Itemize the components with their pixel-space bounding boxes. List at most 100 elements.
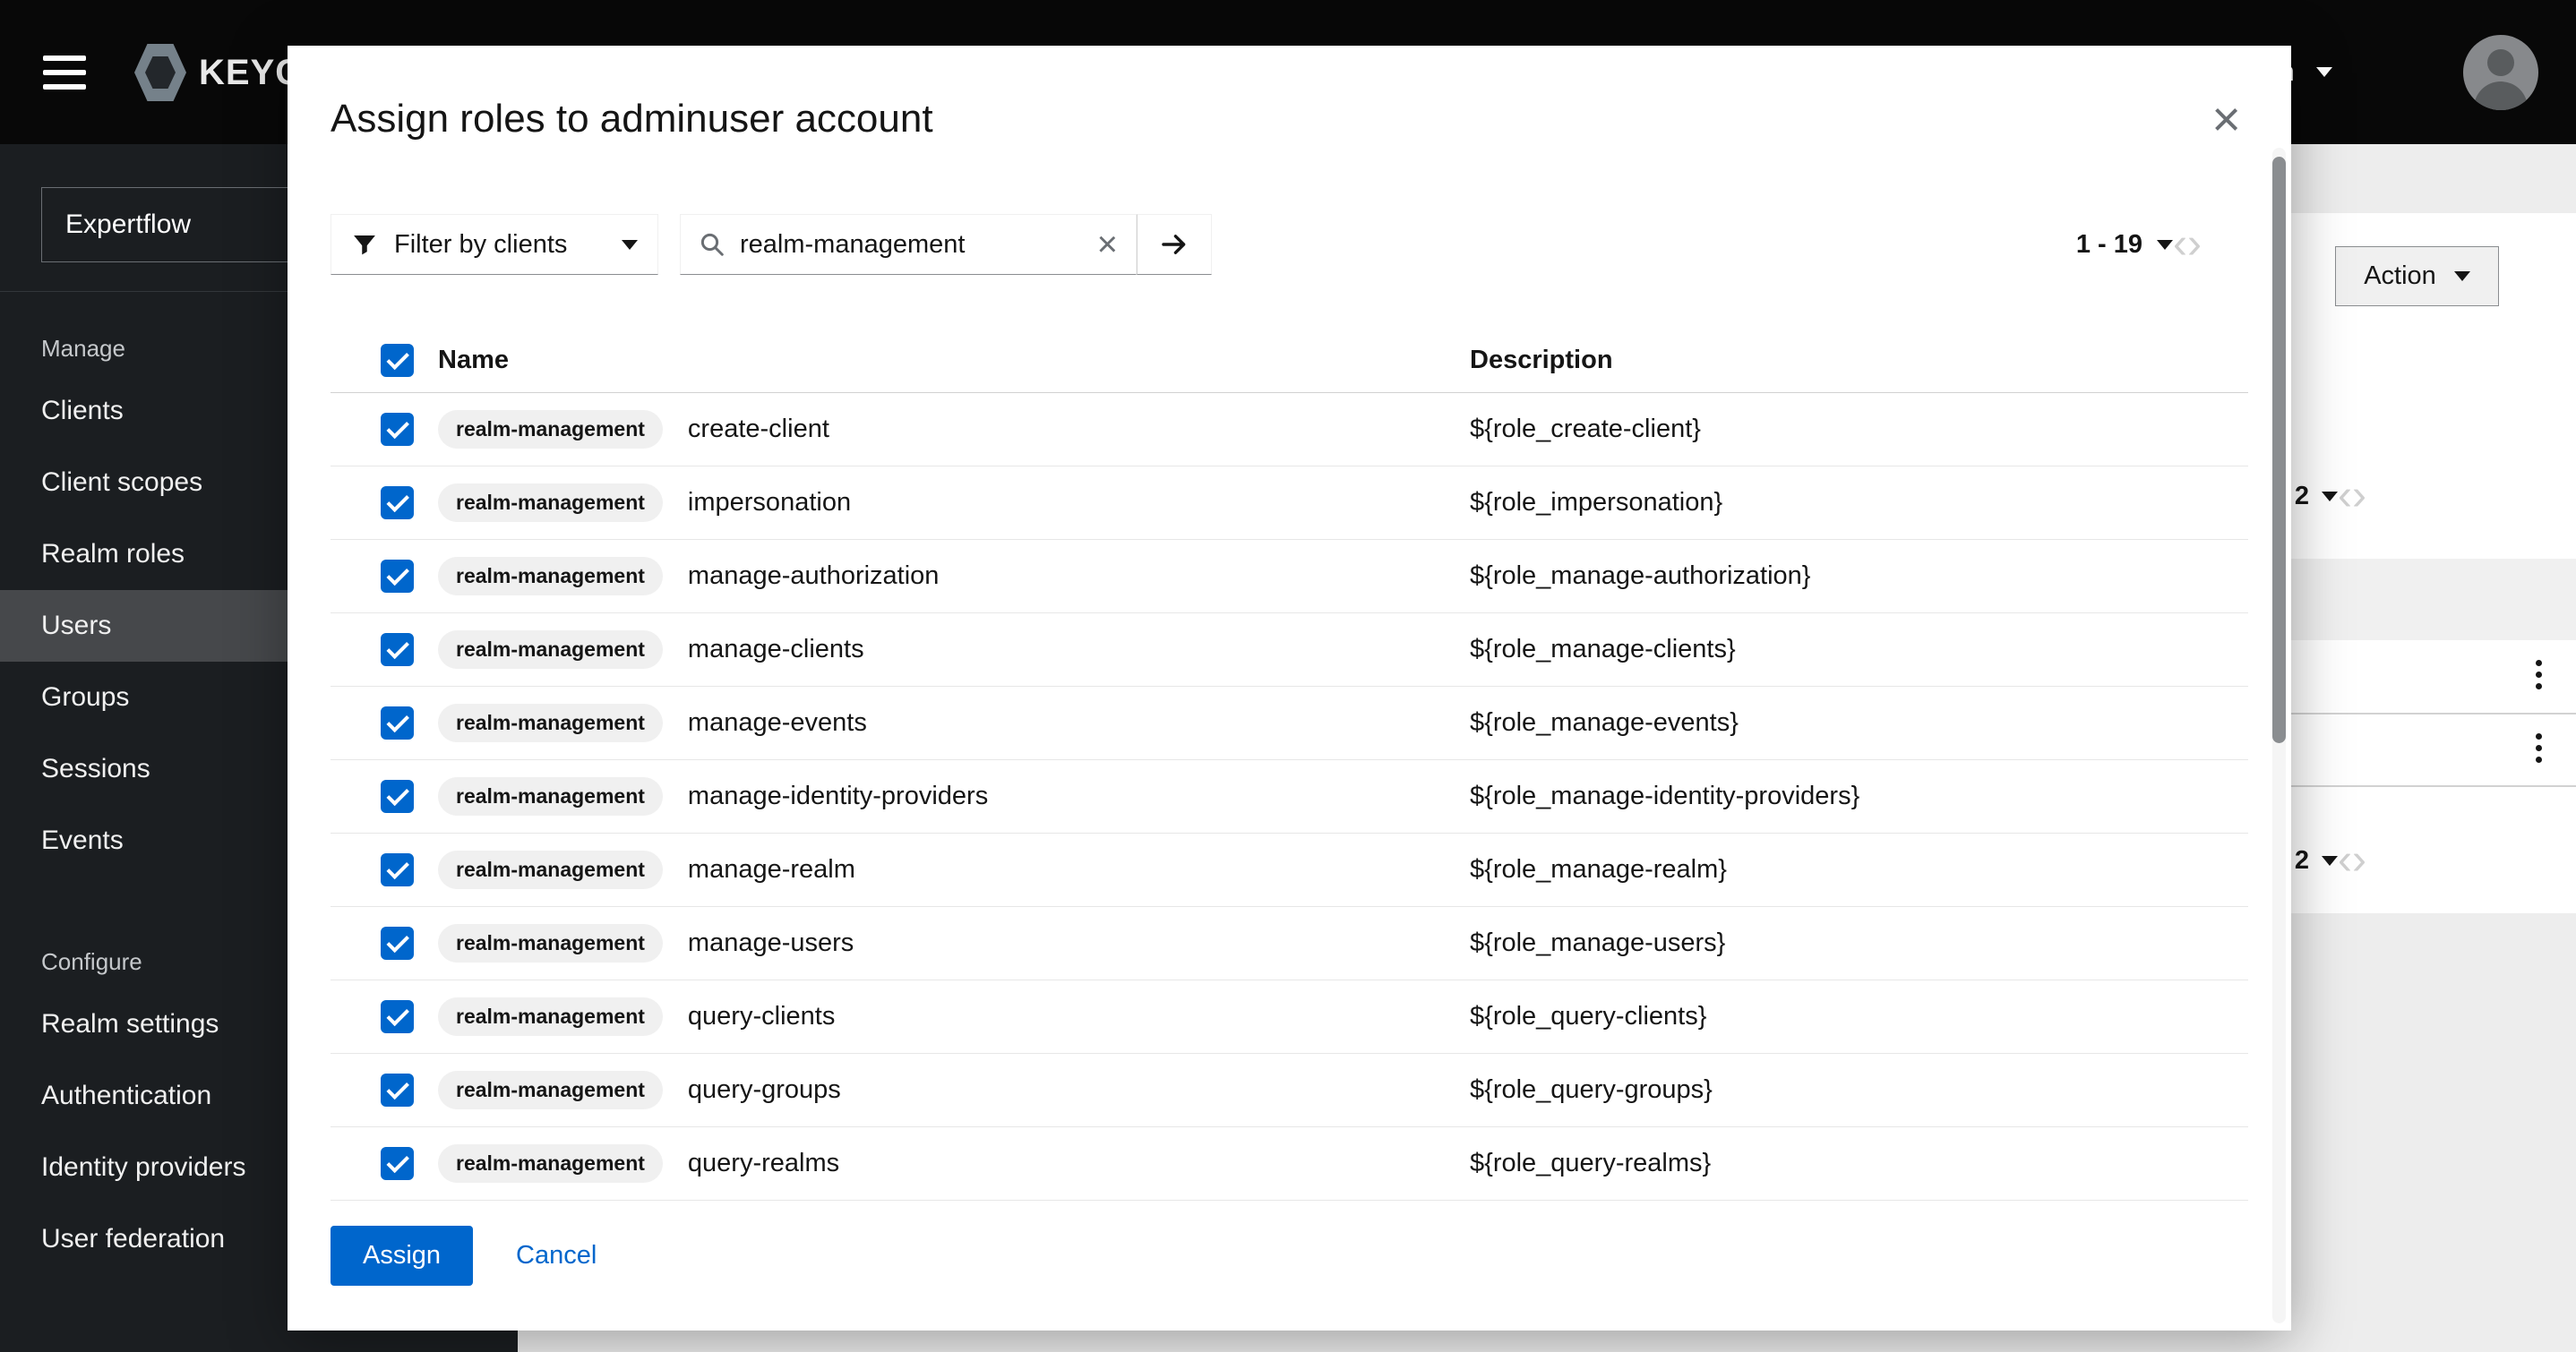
keycloak-logo-icon <box>134 44 186 101</box>
close-icon[interactable]: × <box>2211 94 2241 144</box>
row-checkbox[interactable] <box>381 486 414 519</box>
row-description: ${role_create-client} <box>1470 415 2248 444</box>
row-checkbox[interactable] <box>381 1000 414 1033</box>
row-client-badge: realm-management <box>438 997 663 1036</box>
row-role-name: manage-realm <box>688 855 855 885</box>
action-dropdown-button[interactable]: Action <box>2335 246 2499 306</box>
row-checkbox[interactable] <box>381 927 414 960</box>
search-input[interactable] <box>740 230 1083 260</box>
row-client-badge: realm-management <box>438 1071 663 1109</box>
table-row: realm-management create-client ${role_cr… <box>331 393 2248 466</box>
search-group: × <box>680 214 1212 275</box>
chevron-down-icon <box>2157 240 2173 250</box>
chevron-down-icon <box>2322 492 2338 501</box>
table-row: realm-management manage-clients ${role_m… <box>331 613 2248 687</box>
menu-toggle-icon[interactable] <box>43 56 86 90</box>
row-checkbox[interactable] <box>381 853 414 886</box>
row-description: ${role_query-groups} <box>1470 1075 2248 1105</box>
assign-roles-modal: Assign roles to adminuser account × Filt… <box>288 46 2291 1331</box>
row-role-name: manage-users <box>688 928 854 958</box>
search-box: × <box>680 214 1137 275</box>
modal-scrollbar[interactable] <box>2272 148 2286 1323</box>
chevron-down-icon <box>2316 67 2332 77</box>
row-checkbox[interactable] <box>381 633 414 666</box>
row-client-badge: realm-management <box>438 851 663 889</box>
row-client-badge: realm-management <box>438 410 663 449</box>
chevron-down-icon <box>622 240 638 250</box>
chevron-down-icon <box>2322 856 2338 866</box>
row-client-badge: realm-management <box>438 924 663 963</box>
row-description: ${role_manage-events} <box>1470 708 2248 738</box>
row-role-name: manage-authorization <box>688 561 940 591</box>
row-checkbox[interactable] <box>381 780 414 813</box>
row-description: ${role_manage-authorization} <box>1470 561 2248 591</box>
select-all-checkbox[interactable] <box>381 344 414 377</box>
filter-icon <box>351 231 378 258</box>
column-header-description: Description <box>1470 346 2248 375</box>
previous-page-icon[interactable]: ‹ <box>2173 223 2187 266</box>
row-checkbox[interactable] <box>381 1074 414 1107</box>
scrollbar-thumb[interactable] <box>2272 157 2286 743</box>
row-role-name: query-groups <box>688 1075 841 1105</box>
next-page-icon[interactable]: › <box>2352 839 2366 882</box>
modal-toolbar: Filter by clients × 1 - 19 ‹ › <box>331 214 2248 275</box>
modal-pagination: 1 - 19 ‹ › <box>2076 223 2202 266</box>
row-role-name: manage-clients <box>688 635 864 664</box>
row-description: ${role_manage-users} <box>1470 928 2248 958</box>
table-row: realm-management query-groups ${role_que… <box>331 1054 2248 1127</box>
table-row: realm-management query-clients ${role_qu… <box>331 980 2248 1054</box>
roles-table: Name Description realm-management create… <box>331 329 2248 1201</box>
next-page-icon[interactable]: › <box>2187 223 2202 266</box>
table-row: realm-management query-realms ${role_que… <box>331 1127 2248 1201</box>
previous-page-icon[interactable]: ‹ <box>2338 475 2352 518</box>
roles-table-body: realm-management create-client ${role_cr… <box>331 393 2248 1201</box>
row-description: ${role_query-clients} <box>1470 1002 2248 1031</box>
row-role-name: impersonation <box>688 488 851 518</box>
clear-search-icon[interactable]: × <box>1097 227 1118 262</box>
row-checkbox[interactable] <box>381 413 414 446</box>
row-description: ${role_manage-realm} <box>1470 855 2248 885</box>
table-row: realm-management manage-events ${role_ma… <box>331 687 2248 760</box>
row-description: ${role_manage-clients} <box>1470 635 2248 664</box>
realm-name: Expertflow <box>65 210 191 240</box>
avatar[interactable] <box>2463 35 2538 110</box>
action-button-label: Action <box>2364 261 2436 291</box>
kebab-menu-icon[interactable] <box>2536 733 2545 763</box>
row-client-badge: realm-management <box>438 483 663 522</box>
modal-footer: Assign Cancel <box>331 1226 597 1286</box>
row-checkbox[interactable] <box>381 560 414 593</box>
kebab-menu-icon[interactable] <box>2536 660 2545 689</box>
row-role-name: create-client <box>688 415 829 444</box>
chevron-down-icon <box>2454 271 2470 281</box>
row-client-badge: realm-management <box>438 630 663 669</box>
table-row: realm-management manage-identity-provide… <box>331 760 2248 834</box>
column-header-name: Name <box>438 346 1470 375</box>
row-client-badge: realm-management <box>438 557 663 595</box>
assign-button[interactable]: Assign <box>331 1226 473 1286</box>
row-description: ${role_impersonation} <box>1470 488 2248 518</box>
row-client-badge: realm-management <box>438 1144 663 1183</box>
table-row: realm-management manage-authorization ${… <box>331 540 2248 613</box>
search-submit-button[interactable] <box>1137 214 1212 275</box>
row-checkbox[interactable] <box>381 1147 414 1180</box>
avatar-person-icon <box>2487 49 2514 76</box>
next-page-icon[interactable]: › <box>2352 475 2366 518</box>
arrow-right-icon <box>1159 229 1189 260</box>
modal-title: Assign roles to adminuser account <box>288 46 2291 142</box>
cancel-button[interactable]: Cancel <box>516 1241 597 1271</box>
row-role-name: manage-identity-providers <box>688 782 988 811</box>
row-client-badge: realm-management <box>438 704 663 742</box>
table-row: realm-management manage-realm ${role_man… <box>331 834 2248 907</box>
search-icon <box>699 231 726 258</box>
pagination-range[interactable]: 1 - 19 <box>2076 230 2142 260</box>
table-row: realm-management impersonation ${role_im… <box>331 466 2248 540</box>
row-description: ${role_manage-identity-providers} <box>1470 782 2248 811</box>
previous-page-icon[interactable]: ‹ <box>2338 839 2352 882</box>
row-description: ${role_query-realms} <box>1470 1149 2248 1178</box>
filter-label: Filter by clients <box>394 230 567 260</box>
filter-by-clients-dropdown[interactable]: Filter by clients <box>331 214 658 275</box>
row-role-name: query-realms <box>688 1149 839 1178</box>
row-checkbox[interactable] <box>381 706 414 740</box>
row-role-name: manage-events <box>688 708 867 738</box>
roles-table-header: Name Description <box>331 329 2248 393</box>
